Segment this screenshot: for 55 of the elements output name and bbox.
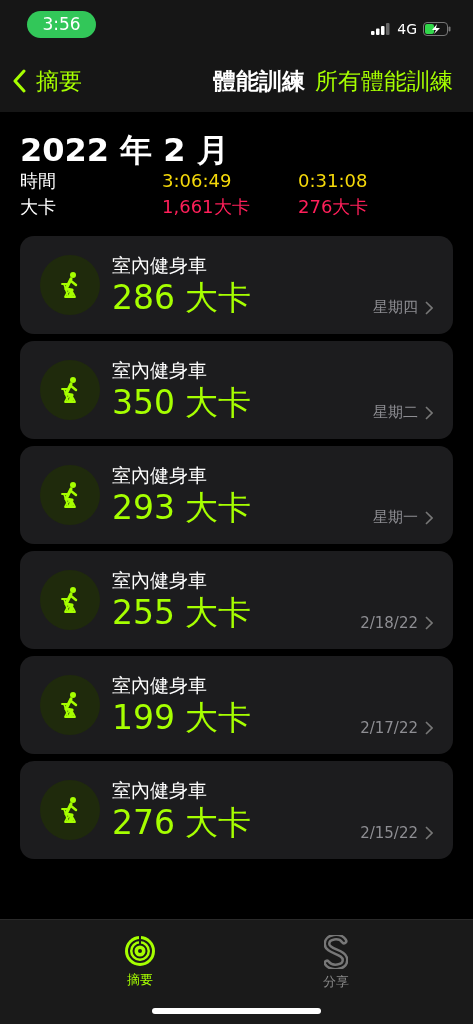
back-button[interactable]: 摘要 [12,65,82,97]
workout-date: 星期一 [373,508,418,527]
battery-icon [423,22,451,36]
summary-value: 3:06:49 [162,169,233,193]
workout-card[interactable]: 室內健身車 293 大卡 星期一 [20,446,453,544]
status-time: 3:56 [27,10,96,38]
workout-date: 2/18/22 [360,614,418,632]
workout-name: 室內健身車 [112,358,208,383]
chevron-icon [425,301,433,315]
chevron-icon [425,406,433,420]
workout-calories: 199 大卡 [112,698,253,738]
workout-date: 2/15/22 [360,824,418,842]
workout-card[interactable]: 室內健身車 199 大卡 2/17/22 [20,656,453,754]
workout-calories: 286 大卡 [112,278,253,318]
stationary-bike-icon [40,675,100,735]
chevron-icon [425,826,433,840]
workout-name: 室內健身車 [112,778,208,803]
summary-label: 時間 [20,169,57,193]
workout-name: 室內健身車 [112,568,208,593]
workout-name: 室內健身車 [112,253,208,278]
workout-card[interactable]: 室內健身車 350 大卡 星期二 [20,341,453,439]
summary-value: 1,661大卡 [162,195,251,219]
workout-card[interactable]: 室內健身車 276 大卡 2/15/22 [20,761,453,859]
nav-title: 體能訓練 [213,66,305,96]
signal-icon [371,23,392,35]
summary-value: 276大卡 [298,195,370,219]
activity-rings-icon [123,935,156,967]
stationary-bike-icon [40,360,100,420]
workout-date: 星期二 [373,403,418,422]
workout-calories: 293 大卡 [112,488,253,528]
workout-card[interactable]: 室內健身車 286 大卡 星期四 [20,236,453,334]
workout-calories: 350 大卡 [112,383,253,423]
workout-name: 室內健身車 [112,463,208,488]
all-workouts-link[interactable]: 所有體能訓練 [315,65,453,97]
tab[interactable]: 分享 [317,934,356,992]
summary-label: 大卡 [20,195,57,219]
workout-date: 星期四 [373,298,418,317]
stationary-bike-icon [40,255,100,315]
chevron-icon [425,511,433,525]
stationary-bike-icon [40,780,100,840]
month-heading: 2022 年 2 月 [20,130,230,170]
chevron-icon [425,721,433,735]
workout-calories: 276 大卡 [112,803,253,843]
workout-date: 2/17/22 [360,719,418,737]
stationary-bike-icon [40,570,100,630]
tab[interactable]: 摘要 [117,934,162,990]
summary-value: 0:31:08 [298,169,369,193]
network-label: 4G [397,21,417,37]
sharing-icon [324,935,349,969]
workout-calories: 255 大卡 [112,593,253,633]
workout-name: 室內健身車 [112,673,208,698]
stationary-bike-icon [40,465,100,525]
workout-card[interactable]: 室內健身車 255 大卡 2/18/22 [20,551,453,649]
back-chevron-icon [12,69,26,93]
chevron-icon [425,616,433,630]
